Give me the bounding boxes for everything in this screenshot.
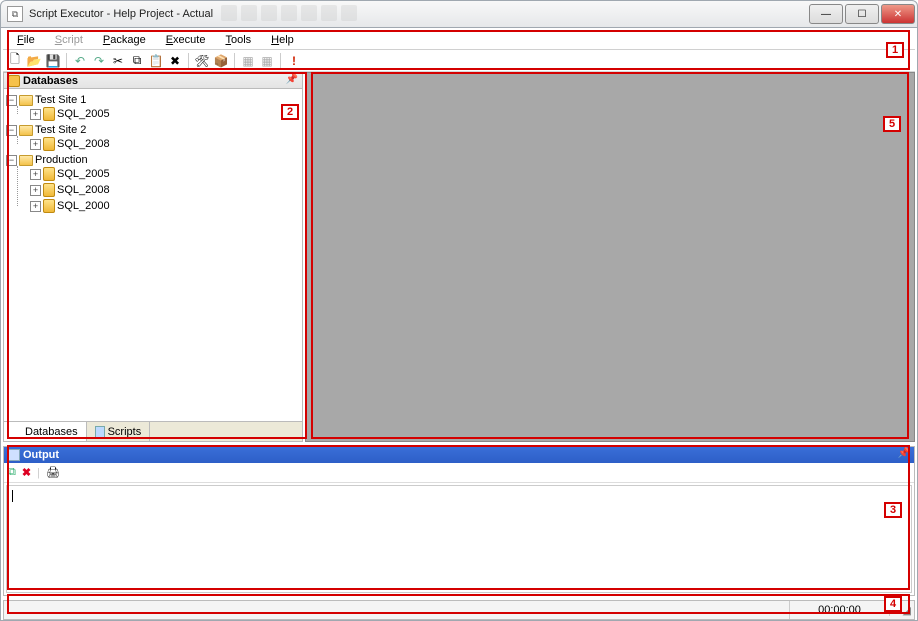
text-cursor <box>12 490 13 502</box>
tree-label: SQL_2008 <box>57 138 110 150</box>
script-icon <box>95 426 105 438</box>
databases-panel-title: Databases <box>23 75 78 87</box>
tree-node-testsite1[interactable]: − Test Site 1 <box>6 94 300 106</box>
database-icon <box>43 167 55 181</box>
tree-node-sql2008-a[interactable]: + SQL_2008 <box>30 137 300 151</box>
database-icon <box>8 75 20 87</box>
app-icon: ⧉ <box>7 6 23 22</box>
menu-file[interactable]: File <box>7 32 45 48</box>
status-time: 00:00:00 <box>790 604 890 616</box>
collapse-icon[interactable]: − <box>6 125 17 136</box>
tree-node-testsite2[interactable]: − Test Site 2 <box>6 124 300 136</box>
copy-icon[interactable]: ⧉ <box>8 466 16 479</box>
folder-icon <box>19 125 33 136</box>
folder-icon <box>19 95 33 106</box>
expand-icon[interactable]: + <box>30 201 41 212</box>
menu-script[interactable]: Script <box>45 32 93 48</box>
options-icon[interactable]: 🛠 <box>194 53 210 69</box>
tree-node-sql2008-b[interactable]: + SQL_2008 <box>30 183 300 197</box>
tree-node-sql2005-b[interactable]: + SQL_2005 <box>30 167 300 181</box>
databases-panel: Databases 📌 − Test Site 1 + <box>3 72 303 442</box>
toolbar-separator <box>280 53 281 69</box>
window-titlebar: ⧉ Script Executor - Help Project - Actua… <box>0 0 918 28</box>
databases-panel-header: Databases 📌 <box>4 73 302 89</box>
collapse-icon[interactable]: − <box>6 95 17 106</box>
toolbar: 🗋 📂 💾 ↶ ↷ ✂ ⧉ 📋 ✖ 🛠 📦 ▦ ▦ ! <box>3 50 915 72</box>
tab-databases[interactable]: Databases <box>4 422 87 441</box>
tab-label: Databases <box>25 426 78 438</box>
collapse-icon[interactable]: − <box>6 155 17 166</box>
redo-icon[interactable]: ↷ <box>91 53 107 69</box>
alert-icon[interactable]: ! <box>286 53 302 69</box>
paste-icon[interactable]: 📋 <box>148 53 164 69</box>
pin-icon[interactable]: 📌 <box>286 74 298 85</box>
tree-label: Production <box>35 154 88 166</box>
menu-package[interactable]: Package <box>93 32 156 48</box>
tree-node-sql2005-a[interactable]: + SQL_2005 <box>30 107 300 121</box>
background-controls <box>221 5 357 21</box>
status-cell <box>4 601 790 619</box>
tree-label: SQL_2005 <box>57 168 110 180</box>
tree-node-sql2000[interactable]: + SQL_2000 <box>30 199 300 213</box>
expand-icon[interactable]: + <box>30 109 41 120</box>
expand-icon[interactable]: + <box>30 185 41 196</box>
menu-bar: File Script Package Execute Tools Help <box>3 30 915 50</box>
database-icon <box>43 183 55 197</box>
tree-label: SQL_2005 <box>57 108 110 120</box>
window-title: Script Executor - Help Project - Actual <box>29 8 213 20</box>
close-button[interactable]: ✕ <box>881 4 915 24</box>
save-icon[interactable]: 💾 <box>45 53 61 69</box>
folder-icon <box>19 155 33 166</box>
toolbar-separator <box>234 53 235 69</box>
tree-label: Test Site 2 <box>35 124 86 136</box>
minimize-button[interactable]: — <box>809 4 843 24</box>
toolbar-separator <box>188 53 189 69</box>
cut-icon[interactable]: ✂ <box>110 53 126 69</box>
tab-scripts[interactable]: Scripts <box>87 422 151 441</box>
maximize-button[interactable]: ☐ <box>845 4 879 24</box>
run-icon[interactable]: ▦ <box>240 53 256 69</box>
clear-icon[interactable]: ✖ <box>22 466 31 479</box>
menu-execute[interactable]: Execute <box>156 32 216 48</box>
package-icon[interactable]: 📦 <box>213 53 229 69</box>
pin-icon[interactable]: 📌 <box>898 448 910 459</box>
database-icon <box>43 199 55 213</box>
tree-label: SQL_2008 <box>57 184 110 196</box>
undo-icon[interactable]: ↶ <box>72 53 88 69</box>
menu-help[interactable]: Help <box>261 32 304 48</box>
resize-grip-icon[interactable]: ◢ <box>890 604 914 617</box>
tree-label: SQL_2000 <box>57 200 110 212</box>
mdi-client-area <box>305 72 915 442</box>
copy-icon[interactable]: ⧉ <box>129 53 145 69</box>
databases-tree[interactable]: − Test Site 1 + SQL_2005 <box>4 89 302 421</box>
status-bar: 00:00:00 ◢ <box>3 600 915 620</box>
database-icon <box>43 107 55 121</box>
toolbar-separator: | <box>37 467 40 479</box>
main-area: Databases 📌 − Test Site 1 + <box>3 72 915 442</box>
output-icon <box>8 449 20 461</box>
output-panel-header: Output 📌 <box>4 447 914 463</box>
output-text-area[interactable] <box>6 485 912 593</box>
output-panel: Output 📌 ⧉ ✖ | 🖨 <box>3 446 915 596</box>
tab-label: Scripts <box>108 426 142 438</box>
delete-icon[interactable]: ✖ <box>167 53 183 69</box>
expand-icon[interactable]: + <box>30 139 41 150</box>
print-icon[interactable]: 🖨 <box>46 466 60 479</box>
expand-icon[interactable]: + <box>30 169 41 180</box>
stop-icon[interactable]: ▦ <box>259 53 275 69</box>
open-icon[interactable]: 📂 <box>26 53 42 69</box>
tree-node-production[interactable]: − Production <box>6 154 300 166</box>
database-icon <box>43 137 55 151</box>
toolbar-separator <box>66 53 67 69</box>
side-panel-tabs: Databases Scripts <box>4 421 302 441</box>
menu-tools[interactable]: Tools <box>215 32 261 48</box>
database-icon <box>12 426 22 438</box>
new-icon[interactable]: 🗋 <box>7 53 23 69</box>
window-body: File Script Package Execute Tools Help 🗋… <box>0 28 918 621</box>
output-panel-title: Output <box>23 449 59 461</box>
tree-label: Test Site 1 <box>35 94 86 106</box>
output-toolbar: ⧉ ✖ | 🖨 <box>4 463 914 483</box>
